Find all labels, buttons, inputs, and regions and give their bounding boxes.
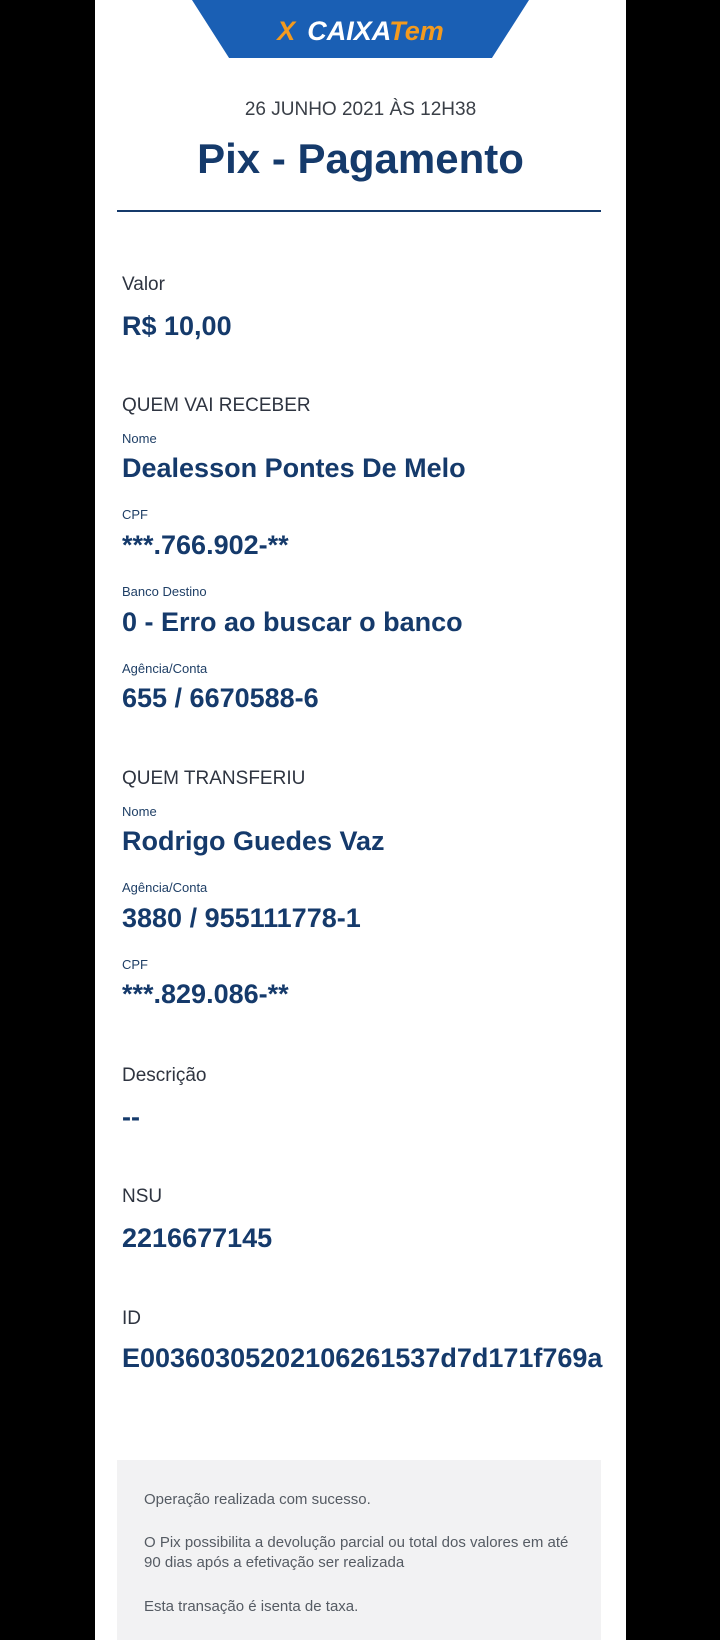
- descricao-value: --: [122, 1102, 140, 1132]
- receipt-card: X CAIXATem 26 JUNHO 2021 ÀS 12H38 Pix - P…: [95, 0, 626, 1640]
- descricao-label: Descrição: [122, 1065, 207, 1086]
- title-divider: [117, 210, 601, 212]
- recebedor-banco-label: Banco Destino: [122, 584, 207, 599]
- recebedor-cpf-label: CPF: [122, 507, 148, 522]
- valor-label: Valor: [122, 274, 165, 295]
- caixa-tem-logo: X CAIXATem: [192, 0, 529, 58]
- nsu-label: NSU: [122, 1186, 163, 1207]
- recebedor-nome-label: Nome: [122, 431, 157, 446]
- pagador-nome: Rodrigo Guedes Vaz: [122, 826, 385, 856]
- transaction-date: 26 JUNHO 2021 ÀS 12H38: [244, 99, 477, 120]
- recebedor-nome: Dealesson Pontes De Melo: [122, 453, 466, 483]
- pagador-cpf: ***.829.086-**: [122, 979, 289, 1009]
- logo-word-tem: Tem: [389, 16, 444, 46]
- footer-fee-text: Esta transação é isenta de taxa.: [144, 1598, 359, 1615]
- pagador-agencia: 3880 / 955111778-1: [122, 903, 361, 933]
- logo-word-caixa: CAIXA: [307, 16, 390, 46]
- recebedor-cpf: ***.766.902-**: [122, 530, 289, 560]
- recebedor-section-title: QUEM VAI RECEBER: [122, 395, 311, 416]
- footer-success-text: Operação realizada com sucesso.: [144, 1491, 371, 1508]
- pagador-agencia-label: Agência/Conta: [122, 880, 208, 895]
- recebedor-banco: 0 - Erro ao buscar o banco: [122, 607, 463, 637]
- id-label: ID: [122, 1308, 141, 1329]
- pagador-cpf-label: CPF: [122, 957, 148, 972]
- nsu-value: 2216677145: [122, 1223, 273, 1253]
- pagador-section-title: QUEM TRANSFERIU: [122, 768, 306, 789]
- valor-value: R$ 10,00: [122, 311, 232, 341]
- footer-refund-text: O Pix possibilita a devolução parcial ou…: [144, 1534, 569, 1571]
- pagador-nome-label: Nome: [122, 804, 157, 819]
- page-title: Pix - Pagamento: [197, 135, 524, 182]
- logo-text: X CAIXATem: [192, 14, 529, 48]
- caixa-x-icon: X: [277, 16, 296, 46]
- footer-info-box: Operação realizada com sucesso. O Pix po…: [117, 1460, 601, 1640]
- recebedor-agencia-label: Agência/Conta: [122, 661, 208, 676]
- id-value: E00360305202106261537d7d171f769a: [122, 1343, 603, 1373]
- recebedor-agencia: 655 / 6670588-6: [122, 683, 319, 713]
